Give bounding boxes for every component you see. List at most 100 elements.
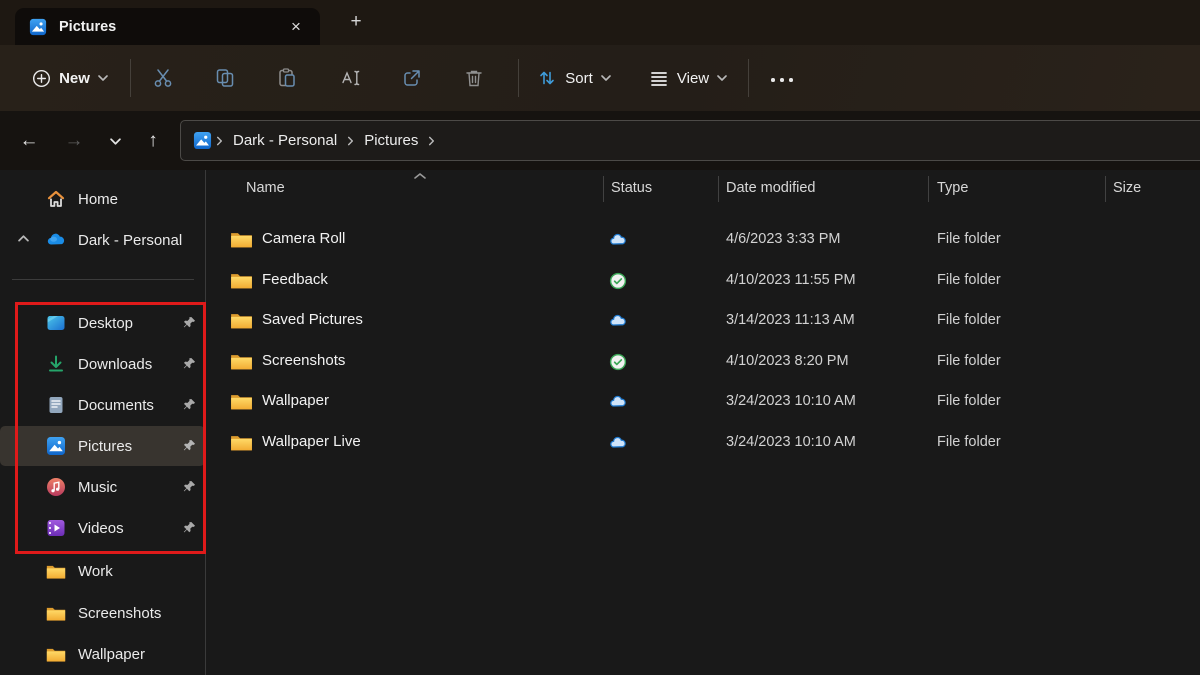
more-options-button[interactable] [760, 57, 804, 99]
sort-ascending-caret-icon [413, 172, 427, 180]
folder-icon [230, 353, 253, 370]
column-header-name[interactable]: Name [246, 180, 285, 196]
breadcrumb-chevron-icon [429, 136, 435, 145]
sidebar-item-work[interactable]: Work [0, 551, 205, 591]
file-row[interactable]: Screenshots 4/10/2023 8:20 PM File folde… [206, 342, 1200, 383]
file-row[interactable]: Camera Roll 4/6/2023 3:33 PM File folder [206, 220, 1200, 261]
sidebar-item-label: Work [78, 563, 113, 580]
file-row[interactable]: Feedback 4/10/2023 11:55 PM File folder [206, 261, 1200, 302]
column-separator[interactable] [1105, 176, 1106, 202]
file-list: Name Status Date modified Type Size Came… [206, 170, 1200, 675]
chevron-down-icon [110, 138, 121, 145]
breadcrumb-segment-pictures[interactable]: Pictures [358, 128, 424, 153]
folder-icon [230, 272, 253, 289]
cloud-status-icon [609, 231, 627, 249]
breadcrumb-chevron-icon [217, 136, 223, 145]
sidebar-item-downloads[interactable]: Downloads [0, 344, 205, 384]
sidebar-item-wallpaper[interactable]: Wallpaper [0, 634, 205, 674]
copy-button[interactable] [205, 57, 245, 99]
cut-button[interactable] [143, 57, 183, 99]
file-type: File folder [937, 312, 1001, 328]
column-header-size[interactable]: Size [1113, 180, 1141, 196]
expand-chevron-icon[interactable] [18, 234, 29, 245]
sort-button-label: Sort [565, 70, 593, 87]
rename-icon [339, 67, 361, 89]
up-button[interactable]: ↑ [138, 126, 168, 156]
sidebar-item-label: Videos [78, 520, 124, 537]
breadcrumb-segment-onedrive[interactable]: Dark - Personal [227, 128, 343, 153]
sidebar-item-home[interactable]: Home [0, 179, 205, 219]
status-icon [609, 231, 627, 249]
breadcrumb-chevron-icon [348, 136, 354, 145]
trash-icon [463, 67, 485, 89]
column-separator[interactable] [603, 176, 604, 202]
paste-icon [276, 67, 298, 89]
tab-title: Pictures [59, 19, 116, 35]
pictures-icon [29, 18, 47, 36]
sidebar-item-videos[interactable]: Videos [0, 508, 205, 548]
sidebar-item-label: Documents [78, 397, 154, 414]
new-button[interactable]: New [18, 57, 122, 99]
view-button[interactable]: View [638, 57, 738, 99]
status-icon [609, 353, 627, 371]
plus-circle-icon [32, 69, 51, 88]
share-button[interactable] [392, 57, 432, 99]
file-date-modified: 4/10/2023 11:55 PM [726, 272, 856, 288]
folder-icon [230, 231, 253, 248]
close-tab-icon[interactable]: × [284, 15, 308, 39]
toolbar-separator [518, 59, 519, 97]
column-header-type[interactable]: Type [937, 180, 968, 196]
column-separator[interactable] [718, 176, 719, 202]
folder-icon [230, 393, 253, 410]
documents-icon [46, 395, 66, 415]
view-button-label: View [677, 70, 709, 87]
pin-icon [183, 521, 196, 534]
file-type: File folder [937, 434, 1001, 450]
new-button-label: New [59, 70, 90, 87]
file-type: File folder [937, 353, 1001, 369]
forward-button[interactable]: → [59, 126, 89, 156]
file-row[interactable]: Wallpaper Live 3/24/2023 10:10 AM File f… [206, 423, 1200, 464]
sidebar-item-music[interactable]: Music [0, 467, 205, 507]
back-button[interactable]: ← [14, 126, 44, 156]
folder-icon [46, 605, 66, 622]
paste-button[interactable] [267, 57, 307, 99]
address-bar[interactable]: Dark - Personal Pictures [180, 120, 1200, 161]
sidebar-item-label: Downloads [78, 356, 152, 373]
recent-locations-button[interactable] [100, 126, 130, 156]
column-separator[interactable] [928, 176, 929, 202]
folder-icon [230, 434, 253, 451]
downloads-icon [46, 354, 66, 374]
sidebar-item-screenshots[interactable]: Screenshots [0, 593, 205, 633]
sidebar-item-pictures[interactable]: Pictures [0, 426, 205, 466]
file-row[interactable]: Wallpaper 3/24/2023 10:10 AM File folder [206, 382, 1200, 423]
sidebar-item-documents[interactable]: Documents [0, 385, 205, 425]
sort-button[interactable]: Sort [528, 57, 620, 99]
folder-icon [46, 563, 66, 580]
toolbar-separator [130, 59, 131, 97]
tab-pictures[interactable]: Pictures × [15, 8, 320, 45]
navigation-bar: ← → ↑ Dark - Personal Pictures [0, 111, 1200, 171]
delete-button[interactable] [454, 57, 494, 99]
cloud-status-icon [609, 312, 627, 330]
new-tab-button[interactable]: + [340, 10, 372, 36]
music-icon [46, 477, 66, 497]
column-header-status[interactable]: Status [611, 180, 652, 196]
sidebar-item-onedrive[interactable]: Dark - Personal [0, 220, 205, 260]
sidebar-item-label: Screenshots [78, 605, 161, 622]
sidebar-item-label: Desktop [78, 315, 133, 332]
sidebar-divider [12, 279, 194, 280]
sidebar-item-label: Wallpaper [78, 646, 145, 663]
command-toolbar: New Sort View [0, 45, 1200, 112]
pin-icon [183, 439, 196, 452]
file-row[interactable]: Saved Pictures 3/14/2023 11:13 AM File f… [206, 301, 1200, 342]
rename-button[interactable] [330, 57, 370, 99]
column-header-date-modified[interactable]: Date modified [726, 180, 815, 196]
status-icon [609, 272, 627, 290]
chevron-down-icon [717, 75, 727, 81]
sidebar-item-desktop[interactable]: Desktop [0, 303, 205, 343]
cloud-status-icon [609, 393, 627, 411]
pin-icon [183, 316, 196, 329]
file-type: File folder [937, 393, 1001, 409]
pin-icon [183, 480, 196, 493]
